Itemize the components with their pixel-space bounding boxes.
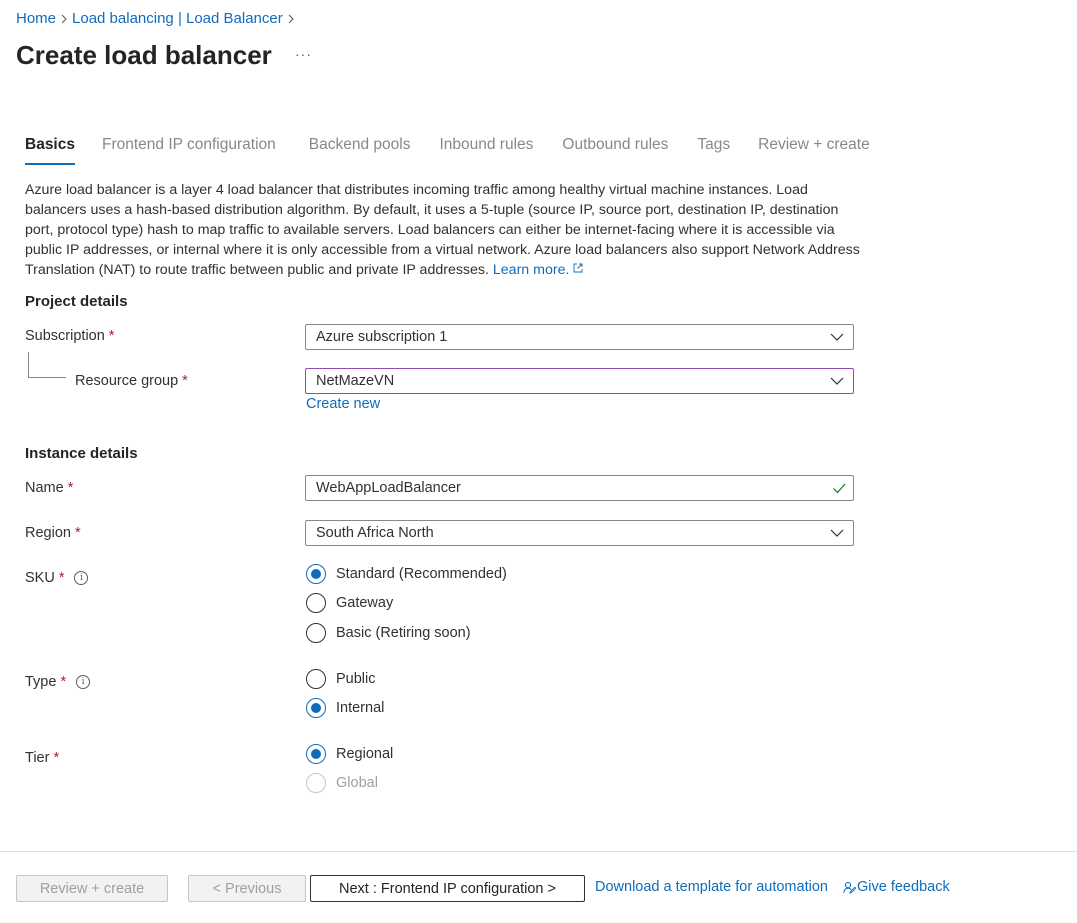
- region-dropdown[interactable]: South Africa North: [305, 520, 854, 546]
- tab-backend-pools[interactable]: Backend pools: [309, 136, 411, 165]
- tab-frontend-ip-configuration[interactable]: Frontend IP configuration: [102, 136, 276, 165]
- required-marker: *: [60, 674, 67, 690]
- description: Azure load balancer is a layer 4 load ba…: [25, 180, 865, 280]
- radio-indicator: [306, 564, 326, 584]
- required-marker: *: [67, 480, 74, 496]
- sku-radio-gateway[interactable]: Gateway: [306, 593, 393, 613]
- tab-basics[interactable]: Basics: [25, 136, 75, 165]
- radio-indicator: [306, 669, 326, 689]
- radio-indicator: [306, 698, 326, 718]
- type-radio-public[interactable]: Public: [306, 669, 376, 689]
- resource-group-label: Resource group *: [75, 373, 188, 389]
- instance-details-heading: Instance details: [25, 445, 138, 462]
- chevron-right-icon: [56, 14, 72, 24]
- chevron-down-icon: [830, 377, 844, 385]
- tab-inbound-rules[interactable]: Inbound rules: [439, 136, 533, 165]
- previous-button: < Previous: [188, 875, 306, 902]
- chevron-down-icon: [830, 333, 844, 341]
- feedback-icon: [843, 881, 856, 894]
- tier-radio-regional[interactable]: Regional: [306, 744, 393, 764]
- radio-indicator: [306, 593, 326, 613]
- chevron-right-icon: [283, 14, 299, 24]
- required-marker: *: [53, 750, 60, 766]
- radio-indicator: [306, 744, 326, 764]
- tab-tags[interactable]: Tags: [697, 136, 730, 165]
- footer-divider: [0, 851, 1077, 852]
- name-input[interactable]: WebAppLoadBalancer: [305, 475, 854, 501]
- sku-label: SKU * i: [25, 570, 89, 586]
- required-marker: *: [58, 570, 65, 586]
- subscription-dropdown[interactable]: Azure subscription 1: [305, 324, 854, 350]
- tab-review-create[interactable]: Review + create: [758, 136, 870, 165]
- radio-indicator: [306, 773, 326, 793]
- description-text: Azure load balancer is a layer 4 load ba…: [25, 182, 860, 278]
- checkmark-icon: [833, 483, 846, 494]
- give-feedback-link[interactable]: Give feedback: [843, 879, 950, 895]
- info-icon[interactable]: i: [74, 571, 89, 585]
- page-title: Create load balancer: [16, 40, 272, 70]
- learn-more-link[interactable]: Learn more.: [493, 262, 584, 278]
- download-template-link[interactable]: Download a template for automation: [595, 879, 828, 895]
- info-icon[interactable]: i: [76, 675, 91, 689]
- type-label: Type * i: [25, 674, 91, 690]
- sku-radio-standard[interactable]: Standard (Recommended): [306, 564, 507, 584]
- subscription-label: Subscription *: [25, 328, 115, 344]
- breadcrumb-home[interactable]: Home: [16, 10, 56, 27]
- type-radio-internal[interactable]: Internal: [306, 698, 384, 718]
- tier-label: Tier *: [25, 750, 60, 766]
- more-options-button[interactable]: ···: [295, 46, 312, 62]
- region-label: Region *: [25, 525, 81, 541]
- tier-radio-global: Global: [306, 773, 378, 793]
- external-link-icon: [573, 263, 583, 273]
- required-marker: *: [108, 328, 115, 344]
- sku-radio-basic[interactable]: Basic (Retiring soon): [306, 623, 471, 643]
- next-frontend-ip-button[interactable]: Next : Frontend IP configuration >: [310, 875, 585, 902]
- chevron-down-icon: [830, 529, 844, 537]
- breadcrumb: Home Load balancing | Load Balancer: [16, 10, 299, 27]
- breadcrumb-load-balancing[interactable]: Load balancing | Load Balancer: [72, 10, 283, 27]
- project-details-heading: Project details: [25, 293, 128, 310]
- resource-group-dropdown[interactable]: NetMazeVN: [305, 368, 854, 394]
- create-new-resource-group-link[interactable]: Create new: [306, 396, 380, 412]
- tab-outbound-rules[interactable]: Outbound rules: [562, 136, 668, 165]
- tree-connector: [28, 352, 66, 378]
- required-marker: *: [182, 373, 188, 389]
- radio-indicator: [306, 623, 326, 643]
- review-create-button: Review + create: [16, 875, 168, 902]
- wizard-tabs: Basics Frontend IP configuration Backend…: [25, 136, 870, 165]
- required-marker: *: [74, 525, 81, 541]
- name-label: Name *: [25, 480, 74, 496]
